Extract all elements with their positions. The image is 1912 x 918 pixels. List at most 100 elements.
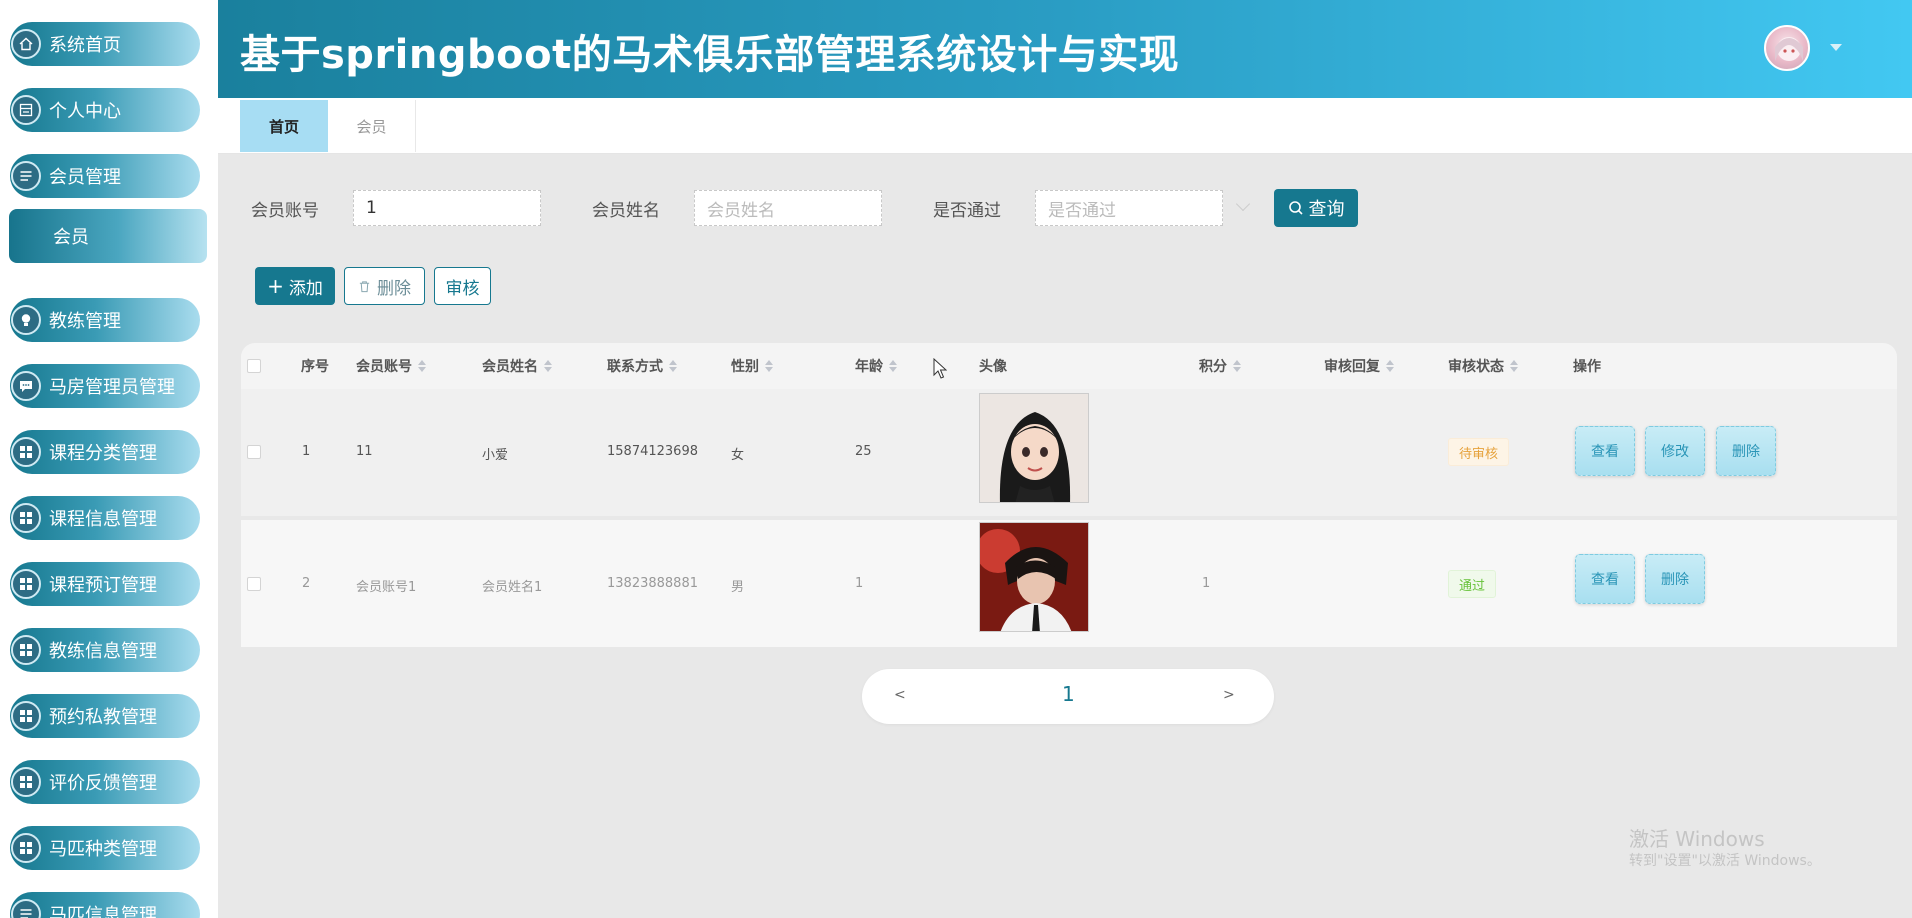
member-avatar-image [979, 393, 1089, 503]
sidebar-item-course-info[interactable]: 课程信息管理 [10, 496, 200, 540]
col-name[interactable]: 会员姓名 [482, 343, 552, 389]
cell-age: 1 [855, 576, 864, 591]
col-gender[interactable]: 性别 [731, 343, 773, 389]
member-avatar-image [979, 522, 1089, 632]
col-gender-label: 性别 [731, 359, 759, 375]
sidebar-item-members[interactable]: 会员管理 [10, 154, 200, 198]
sidebar: 系统首页 个人中心 会员管理 会员 教练管理 马房管理员管理 课程分类管理 课程… [0, 0, 218, 918]
activation-watermark-hint: 转到"设置"以激活 Windows。 [1629, 853, 1821, 869]
sidebar-item-course-booking[interactable]: 课程预订管理 [10, 562, 200, 606]
home-icon [11, 29, 41, 59]
sort-icon [1386, 360, 1394, 372]
sidebar-item-stable-admins[interactable]: 马房管理员管理 [10, 364, 200, 408]
account-input[interactable]: 1 [353, 190, 541, 226]
cell-index: 2 [302, 576, 311, 591]
cell-name: 小爱 [482, 448, 509, 463]
sort-icon [544, 360, 552, 372]
sidebar-item-label: 教练管理 [49, 311, 121, 332]
cell-account: 会员账号1 [356, 580, 417, 595]
col-avatar: 头像 [979, 359, 1007, 375]
sort-icon [889, 360, 897, 372]
sidebar-item-label: 马匹信息管理 [49, 905, 157, 918]
cell-index: 1 [302, 444, 311, 459]
pass-select[interactable]: 是否通过 [1035, 190, 1223, 226]
sidebar-item-label: 会员管理 [49, 167, 121, 188]
col-age[interactable]: 年龄 [855, 343, 897, 389]
name-label: 会员姓名 [592, 201, 660, 221]
col-ops: 操作 [1573, 359, 1601, 375]
sidebar-item-label: 马房管理员管理 [49, 377, 175, 398]
chevron-down-icon [1235, 196, 1251, 212]
cell-age: 25 [855, 444, 872, 459]
pagination: < 1 > [862, 669, 1274, 724]
grid-icon [11, 833, 41, 863]
name-input[interactable]: 会员姓名 [694, 190, 882, 226]
sidebar-item-profile[interactable]: 个人中心 [10, 88, 200, 132]
batch-delete-button[interactable]: 删除 [344, 267, 425, 305]
edit-button[interactable]: 修改 [1645, 426, 1705, 476]
col-account[interactable]: 会员账号 [356, 343, 426, 389]
cell-phone: 15874123698 [607, 444, 698, 459]
table-header: 序号 会员账号 会员姓名 联系方式 性别 年龄 头像 积分 审核回复 审核状态 … [241, 343, 1897, 389]
tab-home[interactable]: 首页 [240, 100, 328, 152]
grid-icon [11, 635, 41, 665]
cell-account: 11 [356, 444, 373, 459]
tab-member[interactable]: 会员 [328, 100, 416, 152]
sidebar-item-course-categories[interactable]: 课程分类管理 [10, 430, 200, 474]
delete-button[interactable]: 删除 [1716, 426, 1776, 476]
delete-button[interactable]: 删除 [1645, 554, 1705, 604]
col-status[interactable]: 审核状态 [1448, 343, 1518, 389]
user-avatar[interactable] [1764, 25, 1810, 71]
sidebar-item-label: 课程分类管理 [49, 443, 157, 464]
grid-icon [11, 767, 41, 797]
col-points-label: 积分 [1199, 359, 1227, 375]
sidebar-item-coaches[interactable]: 教练管理 [10, 298, 200, 342]
sidebar-item-horse-types[interactable]: 马匹种类管理 [10, 826, 200, 870]
sidebar-item-private-coach[interactable]: 预约私教管理 [10, 694, 200, 738]
sidebar-item-label: 课程预订管理 [49, 575, 157, 596]
query-button[interactable]: 查询 [1274, 189, 1358, 227]
col-phone-label: 联系方式 [607, 359, 663, 375]
col-index: 序号 [301, 359, 329, 375]
view-button[interactable]: 查看 [1575, 554, 1635, 604]
sidebar-item-feedback[interactable]: 评价反馈管理 [10, 760, 200, 804]
app-title: 基于springboot的马术俱乐部管理系统设计与实现 [240, 32, 1180, 78]
audit-button-label: 审核 [445, 278, 480, 299]
chat-icon [11, 371, 41, 401]
sidebar-item-coach-info[interactable]: 教练信息管理 [10, 628, 200, 672]
list-icon [11, 899, 41, 918]
col-age-label: 年龄 [855, 359, 883, 375]
view-button[interactable]: 查看 [1575, 426, 1635, 476]
next-page-button[interactable]: > [1223, 687, 1235, 703]
user-menu-caret-icon[interactable] [1830, 44, 1842, 51]
row-checkbox[interactable] [247, 445, 261, 459]
sort-icon [1510, 360, 1518, 372]
sidebar-item-label: 评价反馈管理 [49, 773, 157, 794]
sidebar-item-label: 教练信息管理 [49, 641, 157, 662]
sidebar-item-label: 个人中心 [49, 101, 121, 122]
query-button-label: 查询 [1308, 199, 1345, 220]
status-badge: 待审核 [1448, 438, 1510, 466]
col-reply[interactable]: 审核回复 [1324, 343, 1394, 389]
audit-button[interactable]: 审核 [434, 267, 491, 305]
table-row: 1 11 小爱 15874123698 女 25 待审核 查看 修改 删除 [241, 389, 1897, 516]
col-points[interactable]: 积分 [1199, 343, 1241, 389]
sidebar-item-horse-info[interactable]: 马匹信息管理 [10, 892, 200, 918]
card-icon [11, 95, 41, 125]
select-all-checkbox[interactable] [247, 359, 261, 373]
sort-icon [765, 360, 773, 372]
grid-icon [11, 569, 41, 599]
page-number-button[interactable]: 1 [1062, 682, 1075, 706]
prev-page-button[interactable]: < [894, 687, 906, 703]
row-checkbox[interactable] [247, 577, 261, 591]
add-button[interactable]: + 添加 [255, 267, 335, 305]
pass-label: 是否通过 [933, 201, 1001, 221]
sidebar-item-label: 课程信息管理 [49, 509, 157, 530]
sidebar-subitem-member[interactable]: 会员 [9, 209, 207, 263]
sidebar-item-home[interactable]: 系统首页 [10, 22, 200, 66]
trash-icon [359, 280, 370, 292]
col-phone[interactable]: 联系方式 [607, 343, 677, 389]
sidebar-item-label: 马匹种类管理 [49, 839, 157, 860]
delete-button-label: 删除 [377, 278, 411, 299]
cell-phone: 13823888881 [607, 576, 698, 591]
